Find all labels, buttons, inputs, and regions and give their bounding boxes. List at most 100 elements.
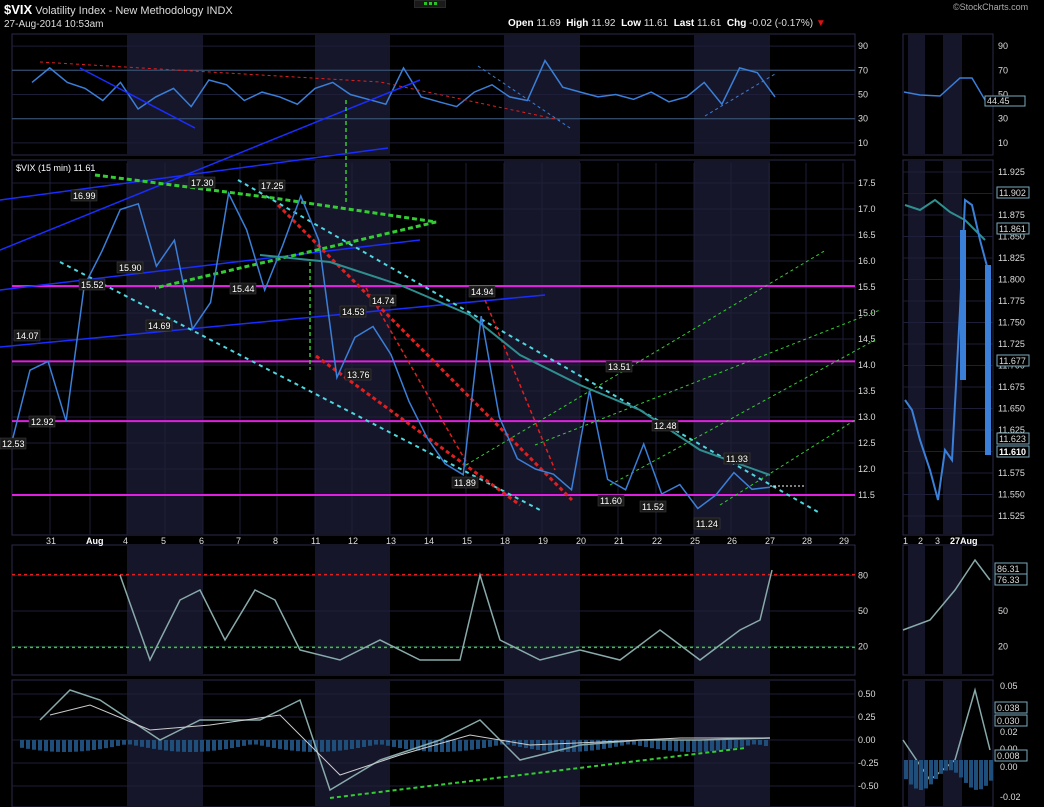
macd-histogram-bar [740,740,744,747]
macd-histogram-bar [128,740,132,745]
price-label: 11.89 [454,478,476,488]
y-tick-label: 11.525 [998,511,1025,521]
price-label: 13.51 [608,362,631,372]
macd-histogram-bar [290,740,294,751]
macd-histogram-bar [356,740,360,749]
y-tick-label: 20 [998,641,1008,651]
right-value-label: 11.610 [999,447,1026,457]
y-tick-label: 10 [858,138,868,148]
x-tick-label: 22 [652,536,662,546]
macd-histogram-bar [56,740,60,752]
y-tick-label: 17.5 [858,178,876,188]
macd-histogram-bar [344,740,348,750]
macd-right-bar [989,760,993,781]
x-tick-label: 31 [46,536,56,546]
week-band [694,546,770,674]
macd-histogram-bar [332,740,336,752]
week-band [694,161,770,534]
x-tick-label: 1 [903,536,908,546]
macd-histogram-bar [122,740,126,745]
macd-histogram-bar [26,740,30,749]
macd-histogram-bar [566,740,570,752]
macd-histogram-bar [686,740,690,752]
y-tick-label: 50 [858,90,868,100]
macd-histogram-bar [98,740,102,750]
stoch-value-label: 86.31 [997,564,1020,574]
macd-histogram-bar [182,740,186,752]
price-label: 14.94 [471,287,494,297]
macd-histogram-bar [734,740,738,748]
right-week-band [908,546,925,674]
macd-histogram-bar [656,740,660,750]
x-tick-label: 15 [462,536,472,546]
macd-histogram-bar [68,740,72,752]
macd-histogram-bar [452,740,456,752]
macd-histogram-bar [398,740,402,749]
x-tick-label: 5 [161,536,166,546]
macd-histogram-bar [716,740,720,751]
y-tick-label: 0.00 [858,735,876,745]
macd-histogram-bar [194,740,198,752]
right-value-label: 11.623 [999,434,1026,444]
macd-histogram-bar [32,740,36,750]
macd-histogram-bar [302,740,306,752]
macd-histogram-bar [248,740,252,745]
right-candle [985,265,991,455]
macd-histogram-bar [272,740,276,748]
macd-histogram-bar [752,740,756,745]
macd-right-bar [944,760,948,771]
macd-histogram-bar [350,740,354,749]
macd-right-bar [909,760,913,785]
macd-histogram-bar [38,740,42,751]
y-tick-label: 11.550 [998,490,1025,500]
macd-right-bar [984,760,988,786]
y-tick-label: 14.5 [858,334,876,344]
macd-histogram-bar [458,740,462,752]
right-week-band [943,546,962,674]
x-tick-label: 4 [123,536,128,546]
macd-histogram-bar [62,740,66,752]
macd-histogram-bar [698,740,702,752]
y-tick-label: 11.5 [858,490,875,500]
macd-right-bar [969,760,973,788]
macd-histogram-bar [380,740,384,745]
macd-right-bar [934,760,938,779]
macd-right-bar [949,760,953,771]
macd-histogram-bar [590,740,594,751]
y-tick-label: 0.25 [858,712,876,722]
macd-histogram-bar [440,740,444,752]
macd-histogram-bar [296,740,300,752]
y-tick-label: 11.575 [998,468,1025,478]
price-label: 12.48 [654,421,677,431]
x-tick-label: 8 [273,536,278,546]
price-panel-title: $VIX (15 min) 11.61 [16,163,95,173]
macd-histogram-bar [548,740,552,752]
macd-right-bar [914,760,918,789]
y-tick-label: 30 [858,114,868,124]
macd-histogram-bar [74,740,78,752]
macd-right-bar [924,760,928,789]
x-tick-label: 6 [199,536,204,546]
right-y-tick-label: 0.02 [1000,727,1018,737]
macd-histogram-bar [278,740,282,749]
macd-right-bar [929,760,933,785]
price-label: 13.76 [347,370,370,380]
x-tick-label: Aug [86,536,104,546]
y-tick-label: 20 [858,641,868,651]
right-value-label: 11.677 [999,356,1026,366]
right-y-tick-label: 0.00 [1000,762,1018,772]
macd-right-bar [979,760,983,790]
price-label: 15.90 [119,263,142,273]
macd-histogram-bar [476,740,480,749]
macd-histogram-bar [386,740,390,746]
right-value-label: 11.902 [999,188,1026,198]
macd-histogram-bar [116,740,120,746]
macd-histogram-bar [254,740,258,745]
stoch-value-label: 76.33 [997,575,1020,585]
macd-histogram-bar [482,740,486,748]
y-tick-label: 11.875 [998,210,1025,220]
macd-histogram-bar [650,740,654,749]
x-tick-label: 27 [765,536,775,546]
right-candle [960,230,966,380]
right-y-tick-label: -0.02 [1000,792,1021,802]
